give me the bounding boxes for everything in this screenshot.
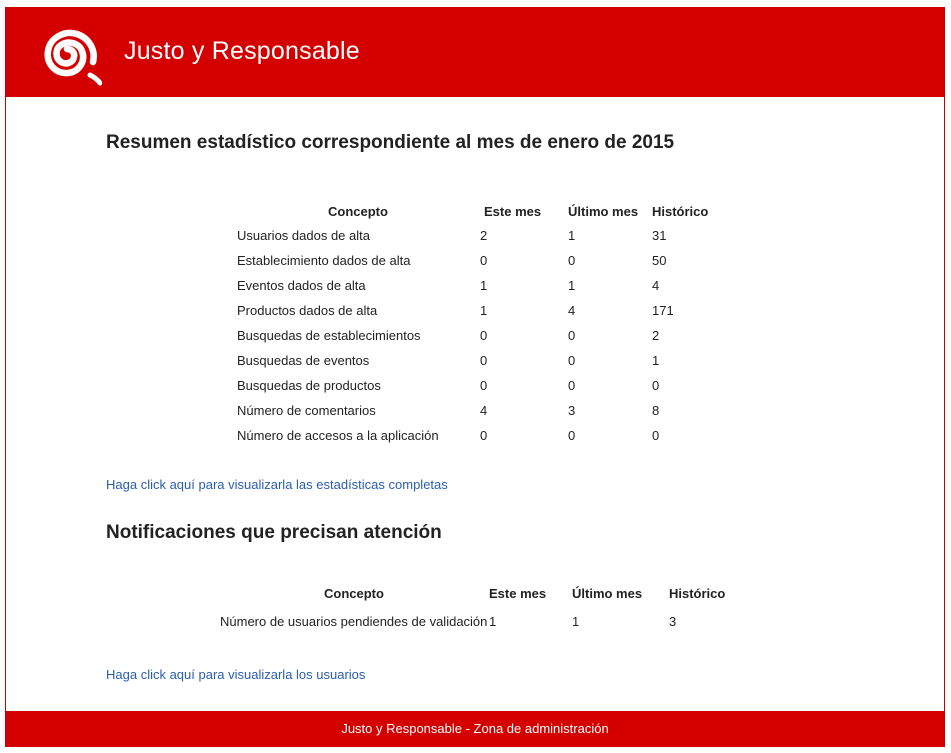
table-row: Productos dados de alta 1 4 171 xyxy=(236,298,722,323)
concept-cell: Usuarios dados de alta xyxy=(237,228,370,243)
this-month-cell: 2 xyxy=(480,228,488,243)
column-header-ultimo-mes: Último mes xyxy=(568,204,639,219)
historic-cell: 8 xyxy=(652,403,660,418)
view-users-link[interactable]: Haga click aquí para visualizarla los us… xyxy=(106,667,365,682)
summary-table: Concepto Este mes Último mes Histórico U… xyxy=(236,200,722,448)
last-month-cell: 4 xyxy=(568,303,576,318)
site-footer: Justo y Responsable - Zona de administra… xyxy=(6,711,944,747)
column-header-concepto: Concepto xyxy=(328,204,388,219)
concept-cell: Busquedas de establecimientos xyxy=(237,328,421,343)
site-header: Justo y Responsable xyxy=(6,8,944,97)
last-month-cell: 3 xyxy=(568,403,576,418)
column-header-este-mes: Este mes xyxy=(489,585,547,601)
site-title: Justo y Responsable xyxy=(124,37,360,65)
historic-cell: 4 xyxy=(652,278,660,293)
notifications-table: Concepto Este mes Último mes Histórico N… xyxy=(219,582,739,639)
table-row: Busquedas de establecimientos 0 0 2 xyxy=(236,323,722,348)
table-row: Número de accesos a la aplicación 0 0 0 xyxy=(236,423,722,448)
historic-cell: 31 xyxy=(652,228,667,243)
table-row: Busquedas de eventos 0 0 1 xyxy=(236,348,722,373)
this-month-cell: 0 xyxy=(480,428,488,443)
table-row: Número de comentarios 4 3 8 xyxy=(236,398,722,423)
footer-text: Justo y Responsable - Zona de administra… xyxy=(341,721,609,736)
this-month-cell: 0 xyxy=(480,353,488,368)
this-month-cell: 1 xyxy=(480,303,488,318)
this-month-cell: 0 xyxy=(480,328,488,343)
notifications-header-row: Concepto Este mes Último mes Histórico xyxy=(219,582,739,604)
full-statistics-link[interactable]: Haga click aquí para visualizarla las es… xyxy=(106,477,448,492)
notifications-title: Notificaciones que precisan atención xyxy=(106,522,442,543)
table-row: Eventos dados de alta 1 1 4 xyxy=(236,273,722,298)
table-row: Establecimiento dados de alta 0 0 50 xyxy=(236,248,722,273)
this-month-cell: 0 xyxy=(480,253,488,268)
table-row: Busquedas de productos 0 0 0 xyxy=(236,373,722,398)
summary-header-row: Concepto Este mes Último mes Histórico xyxy=(236,200,722,223)
concept-cell: Número de usuarios pendiendes de validac… xyxy=(220,613,488,629)
historic-cell: 2 xyxy=(652,328,660,343)
last-month-cell: 0 xyxy=(568,378,576,393)
last-month-cell: 0 xyxy=(568,428,576,443)
spiral-logo-icon[interactable] xyxy=(32,20,102,86)
historic-cell: 0 xyxy=(652,428,660,443)
historic-cell: 3 xyxy=(669,614,677,629)
column-header-historico: Histórico xyxy=(669,585,726,601)
concept-cell: Productos dados de alta xyxy=(237,303,378,318)
concept-cell: Eventos dados de alta xyxy=(237,278,366,293)
table-row: Usuarios dados de alta 2 1 31 xyxy=(236,223,722,248)
concept-cell: Establecimiento dados de alta xyxy=(237,253,411,268)
concept-cell: Busquedas de eventos xyxy=(237,353,370,368)
column-header-este-mes: Este mes xyxy=(484,204,542,219)
concept-cell: Número de accesos a la aplicación xyxy=(237,428,439,443)
last-month-cell: 0 xyxy=(568,353,576,368)
table-row: Número de usuarios pendiendes de validac… xyxy=(219,604,739,639)
column-header-historico: Histórico xyxy=(652,204,709,219)
historic-cell: 1 xyxy=(652,353,660,368)
last-month-cell: 1 xyxy=(572,614,580,629)
historic-cell: 171 xyxy=(652,303,674,318)
concept-cell: Número de comentarios xyxy=(237,403,376,418)
last-month-cell: 1 xyxy=(568,278,576,293)
column-header-ultimo-mes: Último mes xyxy=(572,585,643,601)
historic-cell: 50 xyxy=(652,253,667,268)
this-month-cell: 1 xyxy=(489,614,497,629)
last-month-cell: 0 xyxy=(568,328,576,343)
concept-cell: Busquedas de productos xyxy=(237,378,381,393)
historic-cell: 0 xyxy=(652,378,660,393)
this-month-cell: 4 xyxy=(480,403,488,418)
last-month-cell: 1 xyxy=(568,228,576,243)
this-month-cell: 0 xyxy=(480,378,488,393)
this-month-cell: 1 xyxy=(480,278,488,293)
column-header-concepto: Concepto xyxy=(324,585,384,601)
summary-title: Resumen estadístico correspondiente al m… xyxy=(106,132,675,153)
page-frame: Justo y Responsable Resumen estadístico … xyxy=(5,7,945,747)
last-month-cell: 0 xyxy=(568,253,576,268)
